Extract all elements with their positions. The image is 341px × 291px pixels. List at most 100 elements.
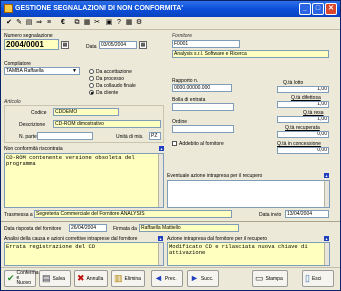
trasmessa-label: Trasmessa a [4, 212, 33, 218]
button-label: Elimina [124, 275, 141, 282]
edit-icon[interactable]: ✎ [15, 19, 23, 27]
addebito-checkbox[interactable] [172, 141, 177, 146]
expand-icon[interactable]: ▴ [159, 146, 164, 151]
close-icon[interactable]: ✕ [325, 3, 337, 15]
window: GESTIONE SEGNALAZIONI DI NON CONFORMITA'… [0, 0, 341, 291]
um-field[interactable]: PZ [149, 132, 161, 140]
button-label: Conferma e Nuovo [16, 270, 39, 286]
scrollbar[interactable] [158, 154, 163, 207]
qta-concessione-field[interactable]: 0,00 [277, 147, 329, 154]
qta-lotto-field[interactable]: 1,00 [277, 86, 329, 93]
window-title: GESTIONE SEGNALAZIONI DI NON CONFORMITA' [15, 5, 183, 12]
button-label: Succ. [200, 275, 214, 282]
divider [1, 221, 340, 222]
conferma-nuovo-button[interactable]: ✔ Conferma e Nuovo [4, 270, 39, 287]
radio-label: Da collaudo finale [96, 83, 136, 89]
firmata-label: Firmata da [113, 226, 137, 232]
button-label: Stampa [265, 275, 283, 282]
new-icon[interactable]: ✔ [5, 19, 13, 27]
firmata-field[interactable]: Raffaella Mattiello [139, 224, 239, 232]
non-conformita-label: Non conformità riscontrata [4, 146, 63, 152]
radio-processo[interactable] [89, 76, 94, 81]
maximize-icon[interactable]: □ [312, 3, 324, 15]
compilatore-select[interactable]: TAMBA Raffaella [4, 67, 80, 75]
expand-icon[interactable]: ▴ [324, 236, 329, 241]
risposta-field[interactable]: 26/04/2004 [69, 224, 107, 232]
radio-cliente[interactable] [89, 90, 94, 95]
radio-label: Da cliente [96, 90, 119, 96]
app-icon [4, 4, 13, 13]
bolla-field[interactable] [172, 103, 234, 111]
ordine-field[interactable] [172, 125, 234, 133]
chevron-down-icon[interactable]: ▼ [72, 68, 77, 74]
cut-icon[interactable]: ✂ [93, 19, 101, 27]
um-label: Unità di mis. [116, 134, 144, 140]
fornitore-code-field[interactable]: F0001 [172, 40, 240, 48]
descrizione-label: Descrizione [19, 122, 46, 128]
settings-icon[interactable]: ⚙ [135, 19, 143, 27]
qta-recuperata-field[interactable]: 0,00 [277, 131, 329, 138]
parte-label: N. parte [19, 134, 37, 140]
scrollbar[interactable] [324, 243, 329, 265]
arrow-left-icon: ◄ [154, 273, 163, 283]
radio-accettazione[interactable] [89, 69, 94, 74]
qta-difettosa-field[interactable]: 1,00 [277, 101, 329, 108]
calendar-icon[interactable]: ▦ [61, 41, 69, 49]
exit-button[interactable]: ▯ Esci [302, 270, 334, 287]
radio-collaudo[interactable] [89, 83, 94, 88]
paste-icon[interactable]: ▦ [83, 19, 91, 27]
print-preview-icon[interactable]: ▣ [105, 19, 113, 27]
checkmark-icon: ✔ [7, 273, 15, 283]
list-icon[interactable]: ≡ [45, 19, 53, 27]
scrollbar[interactable] [158, 243, 163, 265]
help-icon[interactable]: ? [115, 19, 123, 27]
fornitore-label: Fornitore [172, 33, 193, 39]
open-icon[interactable]: ▤ [25, 19, 33, 27]
button-label: Annulla [86, 275, 104, 282]
risposta-label: Data risposta del fornitore [4, 226, 62, 232]
toolbar: ✔ ✎ ▤ ⇒ ≡ € ⧉ ▦ ✂ ▣ ? ▦ ⚙ [1, 17, 340, 30]
delete-button[interactable]: ▥ Elimina [111, 270, 145, 287]
cancel-button[interactable]: ✖ Annulla [74, 270, 108, 287]
button-label: Prec. [164, 275, 177, 282]
calculator-icon[interactable]: ▦ [125, 19, 133, 27]
euro-icon[interactable]: € [59, 19, 67, 27]
codice-field[interactable]: CDDEMO [53, 108, 119, 116]
descrizione-field[interactable]: CD-ROM dimostrativo [53, 120, 161, 128]
data-field[interactable]: 03/05/2004 [99, 41, 137, 49]
azione-recupero-text[interactable]: Modificato CD e rilasciata nuova chiave … [167, 242, 330, 266]
previous-button[interactable]: ◄ Prec. [151, 270, 183, 287]
goto-icon[interactable]: ⇒ [35, 19, 43, 27]
next-button[interactable]: ► Succ. [187, 270, 219, 287]
qta-resa-field[interactable]: 1,00 [277, 116, 329, 123]
trash-icon: ▥ [114, 273, 123, 283]
close-icon: ✖ [77, 273, 85, 283]
rapporto-field[interactable]: 0000.00000.000 [172, 84, 232, 92]
button-label: Esci [311, 275, 322, 282]
expand-icon[interactable]: ▴ [158, 236, 163, 241]
exit-door-icon: ▯ [305, 273, 310, 283]
eventuale-azione-text[interactable] [167, 180, 330, 208]
numero-field[interactable]: 2004/0001 [4, 39, 59, 50]
non-conformita-text[interactable]: CD-ROM contenente versione obsoleta del … [4, 153, 164, 208]
data-invio-label: Data invio [259, 212, 282, 218]
expand-icon[interactable]: ▴ [324, 173, 329, 178]
fornitore-name-field[interactable]: Analysis s.r.l. Software e Ricerca [172, 50, 329, 58]
minimize-icon[interactable]: _ [299, 3, 311, 15]
save-button[interactable]: ▤ Salva [39, 270, 71, 287]
footer-toolbar: ✔ Conferma e Nuovo ▤ Salva ✖ Annulla ▥ E… [1, 267, 340, 291]
calendar-icon[interactable]: ▦ [139, 41, 147, 49]
button-label: Salva [52, 275, 66, 282]
analisi-text[interactable]: Errata registrazione del CD [4, 242, 164, 266]
copy-icon[interactable]: ⧉ [73, 19, 81, 27]
arrow-right-icon: ► [190, 273, 199, 283]
data-label: Data [86, 44, 97, 50]
trasmessa-field[interactable]: Segreteria Commerciale del Fornitore ANA… [34, 210, 232, 218]
data-invio-field[interactable]: 13/04/2004 [285, 210, 329, 218]
eventuale-azione-label: Eventuale azione intrapresa per il recup… [167, 173, 263, 179]
parte-field[interactable] [37, 132, 93, 140]
print-button[interactable]: ▭ Stampa [252, 270, 288, 287]
radio-label: Da processo [96, 76, 125, 82]
scrollbar[interactable] [324, 181, 329, 207]
printer-icon: ▭ [255, 273, 264, 283]
